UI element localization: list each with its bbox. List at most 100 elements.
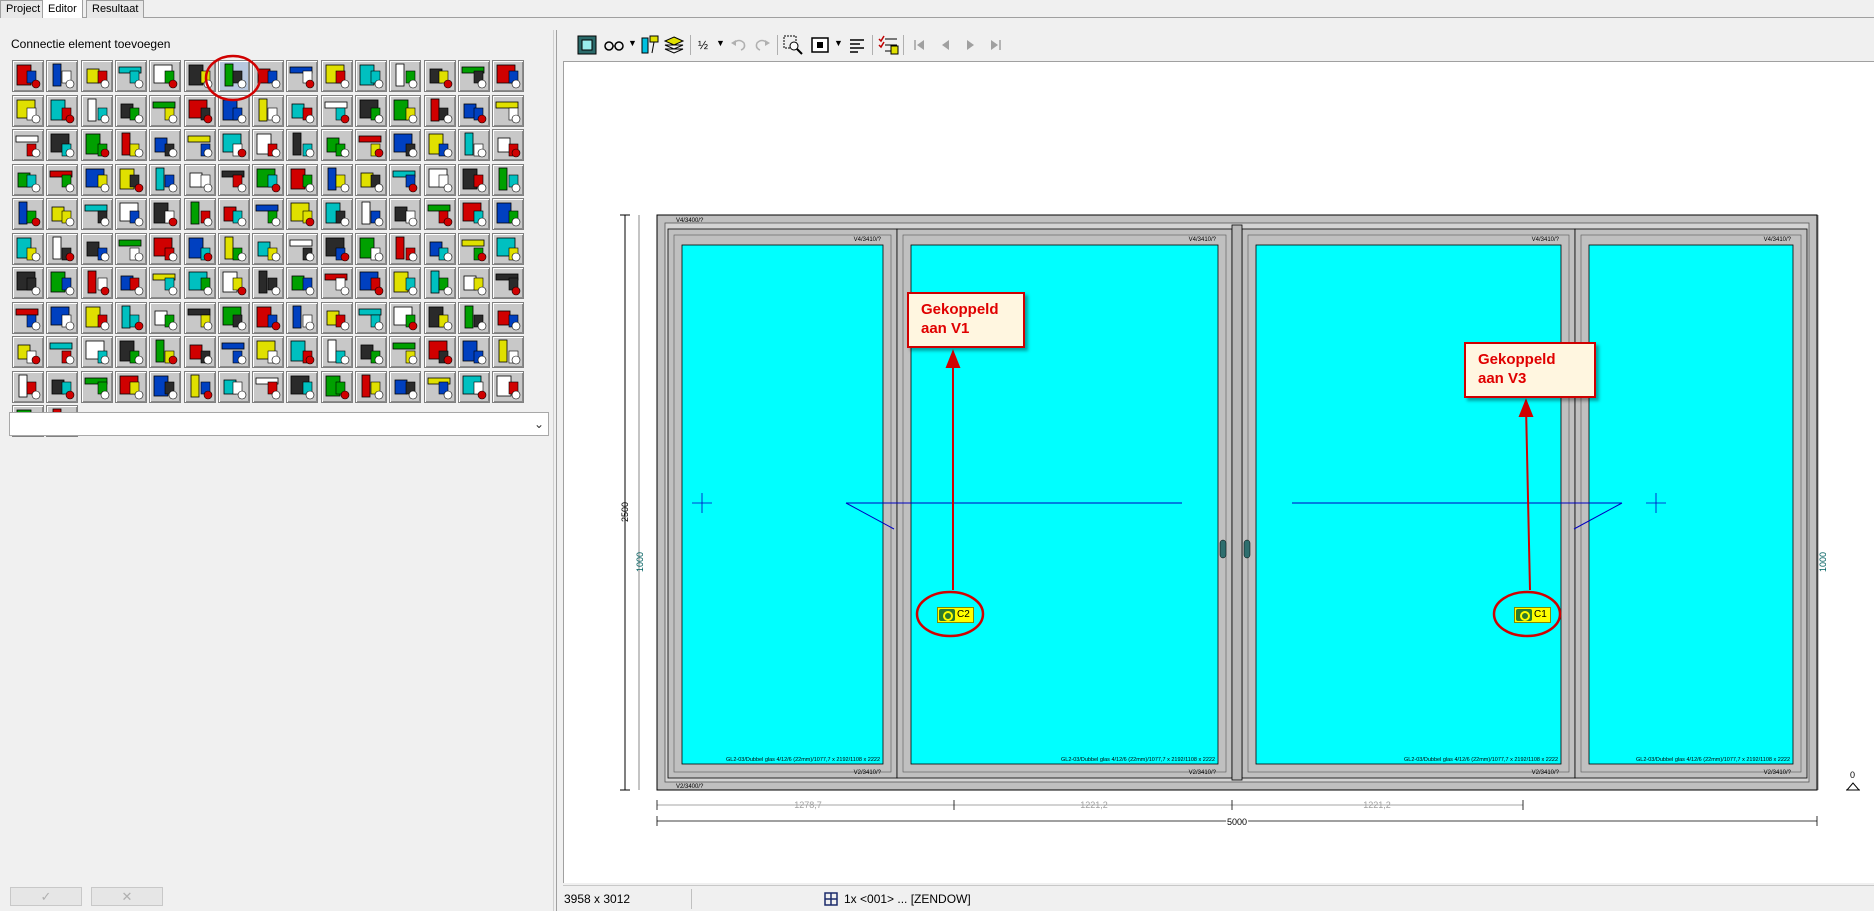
connection-tool-button[interactable] (12, 301, 44, 334)
connection-tool-button[interactable] (389, 370, 422, 403)
connection-tool-button[interactable] (320, 267, 353, 299)
confirm-button[interactable]: ✓ (10, 887, 82, 906)
connection-tool-button[interactable] (492, 198, 525, 230)
connection-tool-button[interactable] (423, 267, 456, 299)
connection-tool-button[interactable] (80, 370, 113, 403)
connection-tool-button[interactable] (12, 163, 44, 196)
connection-tool-button[interactable] (492, 232, 525, 265)
connection-tool-button[interactable] (12, 370, 44, 403)
connection-tool-button[interactable] (183, 267, 216, 299)
connection-tool-button[interactable] (80, 301, 113, 334)
connection-tool-button[interactable] (286, 301, 319, 334)
connection-tool-button[interactable] (457, 163, 490, 196)
connection-tool-button[interactable] (12, 336, 44, 368)
connection-tool-button[interactable] (286, 267, 319, 299)
connection-tool-button[interactable] (114, 198, 147, 230)
connection-tool-button[interactable] (457, 370, 490, 403)
connector-c2[interactable]: C2 (937, 607, 974, 623)
connector-c1[interactable]: C1 (1514, 607, 1551, 623)
connection-tool-button[interactable] (46, 232, 79, 265)
connection-tool-button[interactable] (355, 163, 387, 196)
frame-select-icon[interactable] (809, 34, 831, 56)
connection-tool-button[interactable] (457, 301, 490, 334)
last-icon[interactable] (985, 34, 1007, 56)
connection-tool-button[interactable] (80, 336, 113, 368)
handle-right-icon[interactable] (1243, 539, 1251, 559)
center-mullion[interactable] (1231, 224, 1243, 781)
connection-tool-button[interactable] (149, 163, 182, 196)
connection-tool-button[interactable] (12, 267, 44, 299)
connection-tool-button[interactable] (320, 336, 353, 368)
connection-tool-button[interactable] (286, 370, 319, 403)
connection-tool-button[interactable] (423, 198, 456, 230)
connection-tool-button[interactable] (355, 232, 387, 265)
connection-tool-button[interactable] (80, 232, 113, 265)
glasses-icon[interactable] (603, 34, 625, 56)
zoom-icon[interactable] (782, 34, 804, 56)
undo-icon[interactable] (728, 34, 750, 56)
connection-tool-button[interactable] (114, 301, 147, 334)
connection-tool-button[interactable] (320, 370, 353, 403)
view-frame-icon[interactable] (576, 34, 598, 56)
connection-tool-button[interactable] (46, 370, 79, 403)
connection-tool-button[interactable] (320, 163, 353, 196)
tab-resultaat[interactable]: Resultaat (86, 0, 145, 18)
connection-tool-button[interactable] (252, 267, 285, 299)
panel-splitter[interactable] (553, 30, 557, 911)
connection-tool-button[interactable] (183, 336, 216, 368)
cancel-button[interactable]: ✕ (91, 887, 163, 906)
connection-tool-button[interactable] (183, 163, 216, 196)
connection-tool-button[interactable] (114, 370, 147, 403)
connection-tool-button[interactable] (423, 370, 456, 403)
glass-pane[interactable] (1255, 244, 1562, 765)
connection-tool-button[interactable] (217, 336, 250, 368)
connection-tool-button[interactable] (183, 232, 216, 265)
connection-tool-button[interactable] (46, 336, 79, 368)
glasses-dropdown-icon[interactable]: ▼ (628, 38, 637, 48)
connection-tool-button[interactable] (80, 198, 113, 230)
connection-tool-button[interactable] (389, 198, 422, 230)
paint-icon[interactable] (639, 34, 661, 56)
connection-tool-button[interactable] (389, 163, 422, 196)
element-select[interactable]: ⌄ (9, 412, 549, 436)
connection-tool-button[interactable] (355, 198, 387, 230)
connection-tool-button[interactable] (114, 163, 147, 196)
connection-tool-button[interactable] (457, 267, 490, 299)
connection-tool-button[interactable] (217, 370, 250, 403)
connection-tool-button[interactable] (492, 301, 525, 334)
connection-tool-button[interactable] (492, 336, 525, 368)
connection-tool-button[interactable] (389, 232, 422, 265)
connection-tool-button[interactable] (457, 198, 490, 230)
align-icon[interactable] (846, 34, 868, 56)
connection-tool-button[interactable] (217, 163, 250, 196)
connection-tool-button[interactable] (252, 370, 285, 403)
next-icon[interactable] (959, 34, 981, 56)
redo-icon[interactable] (751, 34, 773, 56)
connection-tool-button[interactable] (12, 198, 44, 230)
connection-tool-button[interactable] (149, 301, 182, 334)
glass-pane[interactable] (681, 244, 884, 765)
connection-tool-button[interactable] (492, 267, 525, 299)
connection-tool-button[interactable] (114, 267, 147, 299)
connection-tool-button[interactable] (252, 232, 285, 265)
half-icon[interactable]: ½ (695, 34, 717, 56)
connection-tool-button[interactable] (286, 198, 319, 230)
connection-tool-button[interactable] (149, 198, 182, 230)
connection-tool-button[interactable] (423, 163, 456, 196)
connection-tool-button[interactable] (492, 163, 525, 196)
connection-tool-button[interactable] (149, 267, 182, 299)
tab-editor[interactable]: Editor (42, 0, 83, 18)
connection-tool-button[interactable] (423, 232, 456, 265)
connection-tool-button[interactable] (149, 336, 182, 368)
connection-tool-button[interactable] (355, 370, 387, 403)
connection-tool-button[interactable] (389, 301, 422, 334)
connection-tool-button[interactable] (389, 336, 422, 368)
connection-tool-button[interactable] (320, 198, 353, 230)
connection-tool-button[interactable] (217, 232, 250, 265)
connection-tool-button[interactable] (149, 232, 182, 265)
connection-tool-button[interactable] (423, 336, 456, 368)
handle-left-icon[interactable] (1219, 539, 1227, 559)
connection-tool-button[interactable] (12, 232, 44, 265)
connection-tool-button[interactable] (80, 267, 113, 299)
connection-tool-button[interactable] (217, 198, 250, 230)
